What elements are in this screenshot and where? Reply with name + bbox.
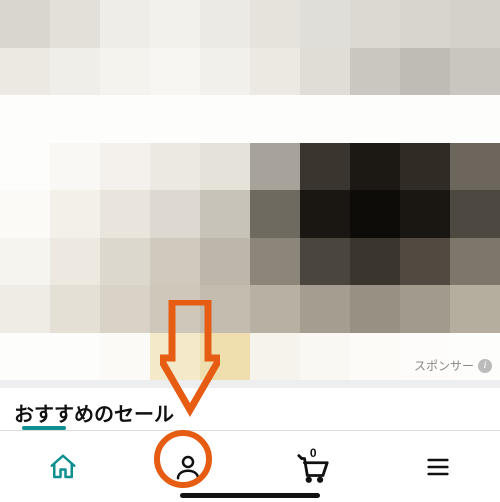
section-divider — [0, 380, 500, 388]
home-icon — [48, 452, 78, 482]
cart-count: 0 — [310, 446, 317, 460]
sponsored-banner[interactable]: スポンサー i — [0, 0, 500, 380]
nav-home[interactable] — [33, 442, 93, 492]
blurred-image — [0, 0, 500, 380]
sponsor-text: スポンサー — [414, 357, 474, 374]
nav-profile[interactable] — [158, 442, 218, 492]
sponsor-label: スポンサー i — [414, 357, 492, 374]
profile-icon — [173, 452, 203, 482]
menu-icon — [424, 453, 452, 481]
bottom-nav: 0 — [0, 430, 500, 502]
home-indicator — [180, 493, 320, 498]
section-title: おすすめのセール — [0, 388, 500, 433]
info-icon[interactable]: i — [478, 359, 492, 373]
nav-menu[interactable] — [408, 442, 468, 492]
nav-cart[interactable]: 0 — [283, 442, 343, 492]
